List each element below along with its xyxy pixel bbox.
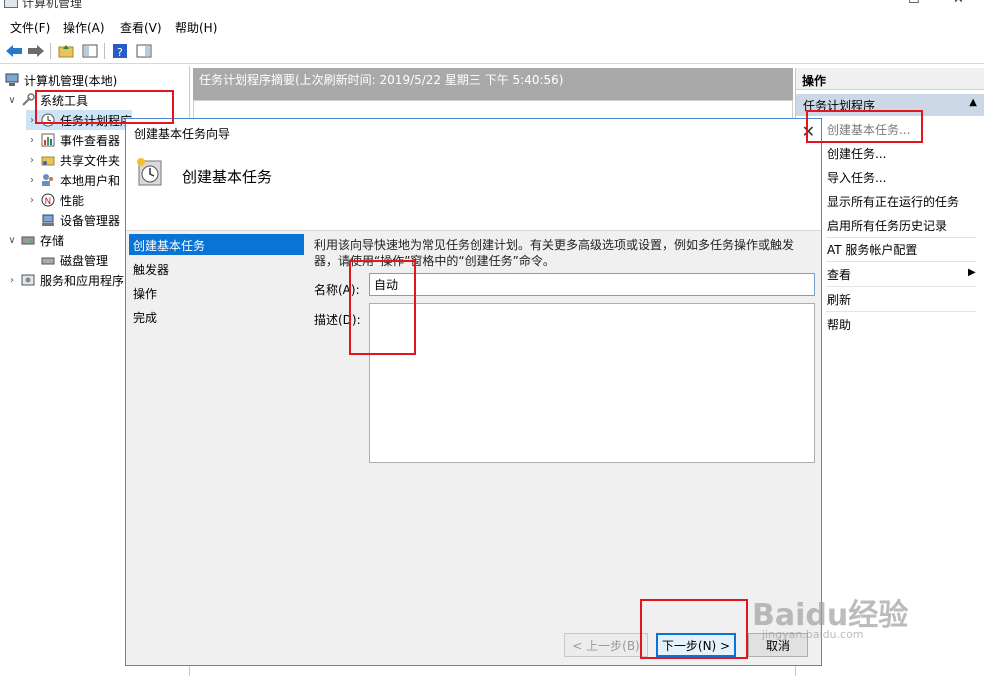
services-icon — [20, 272, 36, 288]
chevron-right-icon[interactable]: › — [26, 175, 38, 186]
wizard-steps: 创建基本任务 触发器 操作 完成 — [126, 231, 306, 631]
dialog-banner: 创建基本任务 — [126, 147, 821, 231]
tree-item-event-viewer[interactable]: › 事件查看器 — [26, 130, 120, 150]
tree-label: 计算机管理(本地) — [24, 73, 118, 88]
watermark-url: jingyan.baidu.com — [762, 628, 864, 641]
menu-bar: 文件(F) 操作(A) 查看(V) 帮助(H) — [0, 15, 984, 37]
tree-item-disk-management[interactable]: 磁盘管理 — [38, 250, 108, 270]
tree-label: 设备管理器 — [60, 213, 121, 228]
action-refresh[interactable]: 刷新 — [827, 288, 851, 310]
submenu-arrow-icon: ▶ — [968, 267, 976, 278]
menu-view[interactable]: 查看(V) — [120, 19, 162, 36]
actions-header: 操作 — [796, 68, 984, 90]
action-at-service-account[interactable]: AT 服务帐户配置 — [827, 238, 917, 260]
tree-label: 磁盘管理 — [60, 253, 109, 268]
disk-icon — [40, 252, 56, 268]
task-clock-icon — [136, 157, 164, 190]
tree-item-local-users[interactable]: › 本地用户和 — [26, 170, 120, 190]
up-folder-icon[interactable] — [56, 41, 76, 61]
action-enable-history[interactable]: 启用所有任务历史记录 — [827, 214, 947, 236]
back-arrow-icon[interactable] — [4, 41, 24, 61]
menu-help[interactable]: 帮助(H) — [175, 19, 217, 36]
annotation-box-create-basic-task — [806, 110, 923, 143]
show-hide-tree-icon[interactable] — [80, 41, 100, 61]
baidu-watermark: Baidu经验 jingyan.baidu.com — [752, 590, 932, 641]
chevron-down-icon[interactable]: ∨ — [6, 235, 18, 246]
action-import-task[interactable]: 导入任务... — [827, 166, 886, 188]
center-summary-header: 任务计划程序摘要(上次刷新时间: 2019/5/22 星期三 下午 5:40:5… — [193, 68, 793, 100]
actions-pane: 操作 任务计划程序 ▲ 创建基本任务... 创建任务... 导入任务... 显示… — [795, 68, 984, 676]
chevron-right-icon[interactable]: › — [26, 155, 38, 166]
tree-item-root[interactable]: 计算机管理(本地) — [2, 70, 117, 90]
performance-icon: N — [40, 192, 56, 208]
computer-icon — [4, 72, 20, 88]
close-window-icon[interactable]: ✕ — [953, 0, 964, 7]
tools-icon — [20, 92, 36, 108]
tree-label: 存储 — [40, 233, 65, 248]
device-manager-icon — [40, 212, 56, 228]
banner-title: 创建基本任务 — [182, 168, 273, 186]
dialog-title: 创建基本任务向导 — [126, 119, 821, 147]
tree-item-performance[interactable]: › N 性能 — [26, 190, 84, 210]
annotation-box-name — [349, 260, 416, 355]
tree-item-services-apps[interactable]: › 服务和应用程序 — [6, 270, 124, 290]
chevron-right-icon[interactable]: › — [6, 275, 18, 286]
tree-item-storage[interactable]: ∨ 存储 — [6, 230, 64, 250]
chevron-right-icon[interactable]: › — [26, 135, 38, 146]
tree-item-shared-folders[interactable]: › 共享文件夹 — [26, 150, 120, 170]
step-trigger[interactable]: 触发器 — [129, 258, 304, 279]
tree-label: 本地用户和 — [60, 173, 121, 188]
show-hide-action-pane-icon[interactable] — [134, 41, 154, 61]
annotation-box-next — [640, 599, 748, 659]
description-textarea[interactable] — [369, 303, 815, 463]
action-help[interactable]: 帮助 — [827, 313, 851, 335]
annotation-box-system-tools — [35, 90, 174, 124]
step-create-basic-task[interactable]: 创建基本任务 — [129, 234, 304, 255]
storage-icon — [20, 232, 36, 248]
event-viewer-icon — [40, 132, 56, 148]
forward-arrow-icon[interactable] — [26, 41, 46, 61]
chevron-down-icon[interactable]: ∨ — [6, 95, 18, 106]
maximize-icon[interactable]: ☐ — [908, 0, 920, 7]
action-create-task[interactable]: 创建任务... — [827, 142, 886, 164]
step-finish[interactable]: 完成 — [129, 306, 304, 327]
collapse-triangle-icon[interactable]: ▲ — [969, 97, 977, 108]
action-show-running-tasks[interactable]: 显示所有正在运行的任务 — [827, 190, 959, 212]
toolbar: ? — [0, 38, 984, 64]
chevron-right-icon[interactable]: › — [26, 195, 38, 206]
back-button[interactable]: < 上一步(B) — [564, 633, 648, 657]
window-title: 计算机管理 — [22, 0, 83, 10]
name-input[interactable]: 自动 — [369, 273, 815, 296]
create-basic-task-wizard: 创建基本任务向导 ✕ 创建基本任务 创建基本任务 触发器 操作 完成 利用该向导… — [125, 118, 822, 666]
action-view[interactable]: 查看 — [827, 263, 851, 285]
tree-item-device-manager[interactable]: 设备管理器 — [38, 210, 120, 230]
tree-label: 共享文件夹 — [60, 153, 121, 168]
center-content — [193, 100, 793, 120]
title-bar: 计算机管理 ☐ ✕ — [0, 0, 984, 14]
tree-label: 服务和应用程序 — [40, 273, 125, 288]
shared-folder-icon — [40, 152, 56, 168]
menu-file[interactable]: 文件(F) — [10, 19, 50, 36]
computer-management-icon — [4, 0, 18, 8]
svg-text:N: N — [45, 197, 52, 207]
help-icon[interactable]: ? — [110, 41, 130, 61]
step-action[interactable]: 操作 — [129, 282, 304, 303]
svg-text:?: ? — [117, 46, 123, 59]
tree-label: 性能 — [60, 193, 85, 208]
tree-label: 事件查看器 — [60, 133, 121, 148]
menu-action[interactable]: 操作(A) — [63, 19, 105, 36]
users-icon — [40, 172, 56, 188]
